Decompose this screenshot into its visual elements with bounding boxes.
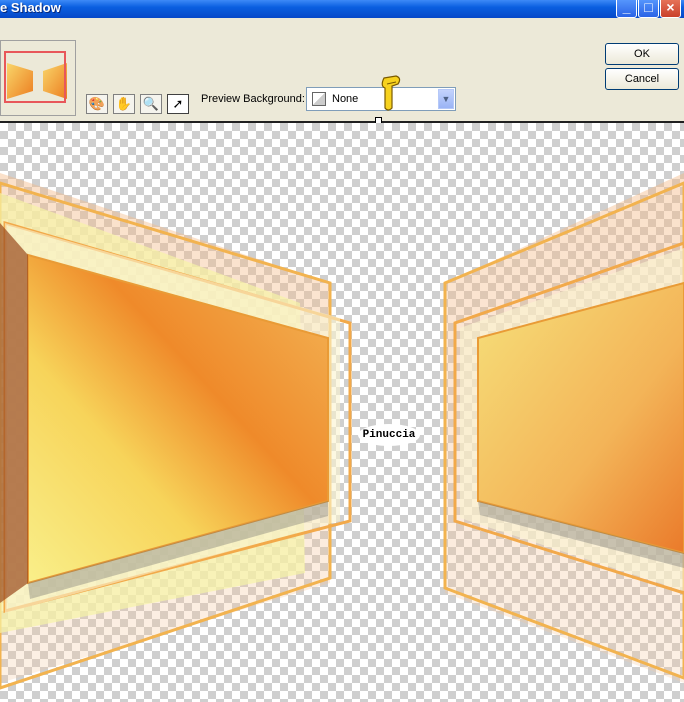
arrow-pointer-icon: ➚ bbox=[172, 96, 184, 111]
palette-icon: 🎨 bbox=[88, 96, 106, 111]
hand-icon: ✋ bbox=[115, 96, 133, 111]
preview-tool-button[interactable]: 🎨 bbox=[86, 94, 108, 114]
cancel-button[interactable]: Cancel bbox=[605, 68, 679, 90]
zoom-tool-button[interactable]: 🔍 bbox=[140, 94, 162, 114]
preview-background-label: Preview Background: bbox=[201, 93, 305, 105]
minimize-icon: _ bbox=[622, 0, 631, 15]
title-bar: e Shadow _ □ × bbox=[0, 0, 684, 18]
maximize-button[interactable]: □ bbox=[638, 0, 659, 18]
pointing-hand-icon bbox=[381, 75, 401, 111]
window-title: e Shadow bbox=[0, 0, 61, 15]
chevron-down-icon[interactable]: ▼ bbox=[438, 89, 454, 109]
magnifier-icon: 🔍 bbox=[142, 96, 160, 111]
select-tool-button[interactable]: ➚ bbox=[167, 94, 189, 114]
maximize-icon: □ bbox=[644, 0, 653, 15]
thumbnail-selection-rect[interactable] bbox=[4, 51, 66, 103]
preview-canvas[interactable]: Pinuccia bbox=[0, 123, 684, 702]
minimize-button[interactable]: _ bbox=[616, 0, 637, 18]
preview-background-value: None bbox=[332, 93, 359, 105]
close-button[interactable]: × bbox=[660, 0, 681, 18]
preview-artwork bbox=[0, 173, 684, 690]
watermark: Pinuccia bbox=[358, 424, 420, 446]
thumbnail-preview[interactable] bbox=[0, 40, 76, 116]
close-icon: × bbox=[666, 0, 675, 15]
ok-button[interactable]: OK bbox=[605, 43, 679, 65]
transparent-swatch-icon bbox=[312, 92, 326, 106]
pan-tool-button[interactable]: ✋ bbox=[113, 94, 135, 114]
